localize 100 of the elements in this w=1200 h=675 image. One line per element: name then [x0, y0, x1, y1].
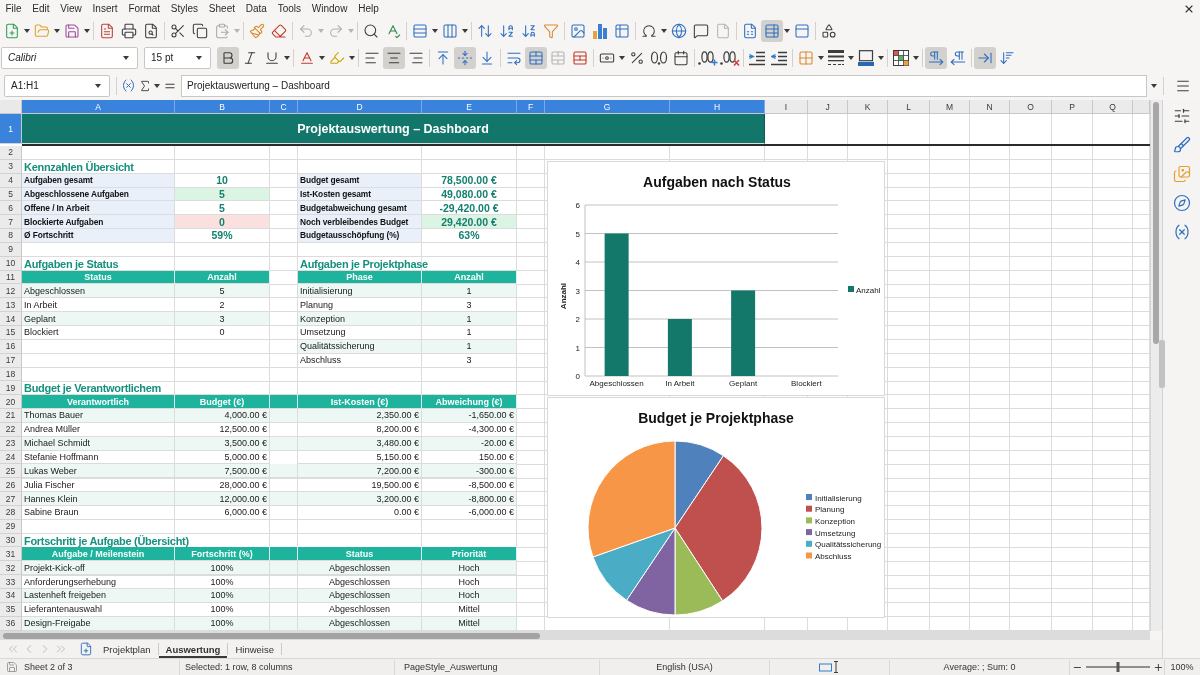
- caret-icon[interactable]: [848, 55, 854, 60]
- caret-icon[interactable]: [784, 28, 790, 33]
- sliders-icon[interactable]: [1172, 107, 1191, 125]
- row-header[interactable]: 2: [0, 146, 22, 160]
- menu-item[interactable]: Format: [123, 0, 166, 17]
- menu-item[interactable]: Help: [352, 0, 385, 17]
- save-icon[interactable]: [64, 22, 80, 39]
- brush-icon[interactable]: [1172, 136, 1191, 154]
- caret-icon[interactable]: [154, 83, 160, 88]
- document-search-icon[interactable]: [143, 22, 159, 39]
- border-color-icon[interactable]: [858, 49, 874, 66]
- number-format-icon[interactable]: [650, 50, 668, 65]
- omega-icon[interactable]: [641, 22, 657, 39]
- indent-increase-icon[interactable]: [749, 49, 765, 66]
- row-header[interactable]: 32: [0, 561, 22, 576]
- menu-item[interactable]: File: [0, 0, 27, 17]
- font-name-field[interactable]: Calibri: [1, 46, 138, 69]
- menu-item[interactable]: Edit: [26, 0, 55, 17]
- column-header[interactable]: M: [930, 100, 970, 114]
- sidebar-handle[interactable]: [1159, 340, 1165, 388]
- row-header[interactable]: 26: [0, 478, 22, 493]
- percent-icon[interactable]: [629, 49, 645, 66]
- copy-icon[interactable]: [192, 22, 208, 39]
- scrollbar-thumb[interactable]: [3, 632, 540, 639]
- column-header[interactable]: Q: [1093, 100, 1133, 114]
- filter-icon[interactable]: [543, 22, 559, 39]
- spreadsheet-icon[interactable]: [742, 22, 758, 39]
- up-down-arrows-icon[interactable]: [477, 22, 493, 39]
- bold-button[interactable]: [217, 46, 239, 69]
- split-cells-icon[interactable]: [572, 49, 588, 66]
- caret-icon[interactable]: [284, 55, 290, 60]
- row-header[interactable]: 1: [0, 114, 22, 144]
- selection-mode-icon[interactable]: [818, 661, 841, 673]
- caret-icon[interactable]: [619, 55, 625, 60]
- column-header[interactable]: N: [970, 100, 1010, 114]
- column-header[interactable]: H: [670, 100, 765, 114]
- row-header[interactable]: 25: [0, 464, 22, 479]
- column-header[interactable]: I: [765, 100, 808, 114]
- row-header[interactable]: 14: [0, 312, 22, 326]
- line-style-icon[interactable]: [828, 49, 844, 66]
- column-header[interactable]: K: [848, 100, 888, 114]
- indent-decrease-icon[interactable]: [771, 49, 787, 66]
- search-icon[interactable]: [363, 22, 379, 39]
- sheet-tab[interactable]: Hinweise: [228, 640, 281, 658]
- zoom-in-icon[interactable]: [1153, 661, 1164, 673]
- scissors-icon[interactable]: [170, 22, 186, 39]
- merge-center-button[interactable]: [525, 46, 547, 69]
- menu-item[interactable]: Window: [306, 0, 353, 17]
- row-header[interactable]: 19: [0, 381, 22, 396]
- sort-descending-icon[interactable]: [521, 22, 537, 39]
- image-icon[interactable]: [570, 22, 586, 39]
- calendar-icon[interactable]: [673, 49, 689, 66]
- column-header[interactable]: G: [545, 100, 670, 114]
- caret-icon[interactable]: [24, 28, 30, 33]
- caret-icon[interactable]: [196, 55, 202, 60]
- row-header[interactable]: 13: [0, 298, 22, 313]
- eraser-icon[interactable]: [271, 22, 287, 39]
- row-header[interactable]: 20: [0, 395, 22, 410]
- caret-icon[interactable]: [818, 55, 824, 60]
- left-to-right-button[interactable]: [925, 46, 947, 69]
- merge-cells-icon[interactable]: [550, 49, 566, 66]
- menu-item[interactable]: Sheet: [203, 0, 241, 17]
- menu-item[interactable]: Tools: [272, 0, 307, 17]
- row-header[interactable]: 6: [0, 201, 22, 216]
- row-header[interactable]: 7: [0, 215, 22, 230]
- scrollbar-thumb[interactable]: [1153, 102, 1159, 344]
- column-header[interactable]: E: [422, 100, 517, 114]
- sort-ascending-icon[interactable]: [499, 22, 515, 39]
- add-decimal-icon[interactable]: [698, 49, 718, 66]
- column-header[interactable]: F: [517, 100, 545, 114]
- menu-item[interactable]: View: [54, 0, 88, 17]
- sum-icon[interactable]: [138, 78, 152, 93]
- column-header[interactable]: O: [1010, 100, 1052, 114]
- column-header[interactable]: J: [808, 100, 848, 114]
- caret-icon[interactable]: [432, 28, 438, 33]
- column-header[interactable]: P: [1052, 100, 1093, 114]
- menu-item[interactable]: Styles: [165, 0, 204, 17]
- column-header[interactable]: A: [22, 100, 175, 114]
- caret-icon[interactable]: [95, 83, 101, 88]
- row-header[interactable]: 8: [0, 229, 22, 243]
- sheet-tab[interactable]: Projektplan: [96, 640, 158, 658]
- shapes-icon[interactable]: [821, 22, 837, 39]
- bar-chart-icon[interactable]: [592, 22, 608, 39]
- row-header[interactable]: 12: [0, 284, 22, 299]
- horizontal-scrollbar[interactable]: [0, 631, 1150, 640]
- font-color-icon[interactable]: [299, 49, 315, 66]
- caret-icon[interactable]: [878, 55, 884, 60]
- comment-icon[interactable]: [693, 22, 709, 39]
- caret-icon[interactable]: [913, 55, 919, 60]
- column-header[interactable]: C: [270, 100, 298, 114]
- compass-icon[interactable]: [1172, 194, 1191, 212]
- text-horizontal-button[interactable]: [974, 46, 996, 69]
- globe-icon[interactable]: [671, 22, 687, 39]
- menu-item[interactable]: Insert: [87, 0, 123, 17]
- formula-input[interactable]: Projektauswertung – Dashboard: [181, 74, 1147, 97]
- align-center-button[interactable]: [383, 46, 405, 69]
- variable-icon[interactable]: [120, 78, 136, 93]
- caret-icon[interactable]: [349, 55, 355, 60]
- row-header[interactable]: 31: [0, 547, 22, 562]
- document-plus-icon[interactable]: [79, 642, 93, 656]
